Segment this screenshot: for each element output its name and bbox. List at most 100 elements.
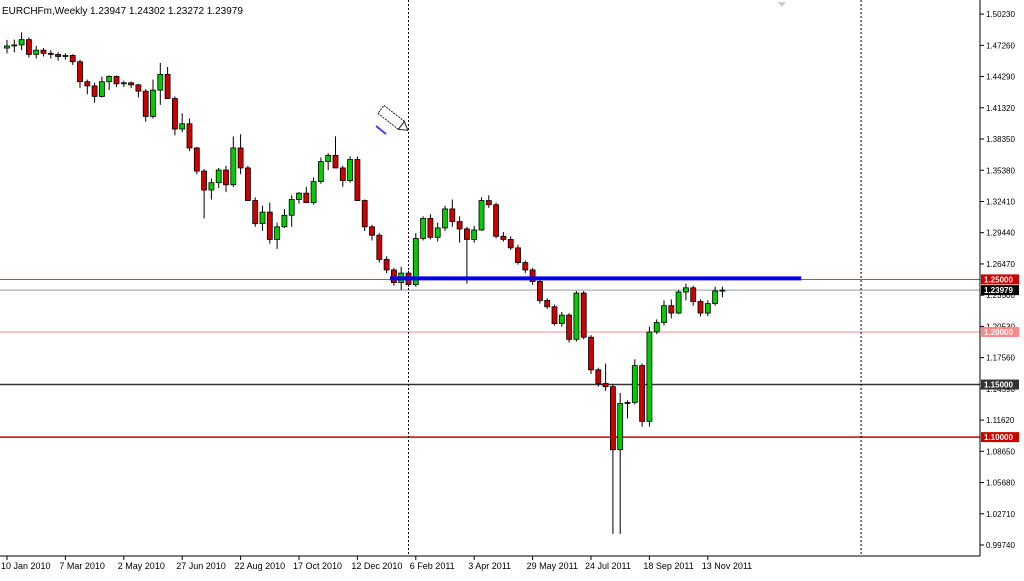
candle-body <box>661 305 667 323</box>
candle-body <box>478 200 485 231</box>
candle-body <box>135 84 142 92</box>
candle-body <box>383 259 390 271</box>
candle-body <box>463 228 470 240</box>
candle[interactable] <box>361 199 368 232</box>
y-tick-label: 1.41320 <box>986 104 1015 113</box>
candle[interactable] <box>675 289 682 315</box>
candle-body <box>266 211 273 240</box>
candle[interactable] <box>186 118 193 152</box>
candle[interactable] <box>573 290 580 342</box>
candle-body <box>485 200 492 206</box>
candle-body <box>142 90 149 117</box>
candle[interactable] <box>551 304 558 326</box>
candle-body <box>33 49 40 55</box>
candle-body <box>4 45 10 49</box>
candle-body <box>449 208 456 222</box>
x-tick-label: 13 Nov 2011 <box>702 561 752 571</box>
candle-body <box>500 235 507 240</box>
candle[interactable] <box>566 313 572 343</box>
candlestick-chart[interactable]: 1.50230 1.47260 1.44290 1.41320 1.38350 1.353… <box>0 0 1024 576</box>
candle-body <box>668 305 675 314</box>
candle[interactable] <box>347 156 354 183</box>
candle[interactable] <box>25 37 32 58</box>
candle-body <box>595 369 602 384</box>
candle-body <box>186 123 193 149</box>
candle-body <box>84 81 91 87</box>
candle-body <box>317 161 324 183</box>
bid-price-label: 1.23979 <box>984 286 1013 295</box>
candle-body <box>120 82 127 85</box>
candle-body <box>617 403 624 451</box>
candle-body <box>646 331 653 422</box>
candle-body <box>259 211 266 225</box>
candle-body <box>25 39 32 55</box>
candle-body <box>106 76 113 83</box>
candle[interactable] <box>252 197 259 227</box>
candle-body <box>515 247 521 263</box>
candle[interactable] <box>193 146 200 175</box>
candle[interactable] <box>420 216 427 241</box>
x-tick-label: 17 Oct 2010 <box>293 561 342 571</box>
candle-body <box>719 289 726 292</box>
candle-body <box>288 199 295 216</box>
candle[interactable] <box>646 326 653 427</box>
candle[interactable] <box>588 335 594 375</box>
candle[interactable] <box>244 165 251 201</box>
candle-body <box>164 73 171 99</box>
candle[interactable] <box>493 202 500 239</box>
candle-body <box>522 262 529 271</box>
y-tick-label: 0.99740 <box>986 541 1015 550</box>
x-tick-label: 6 Feb 2011 <box>410 561 455 571</box>
candle-body <box>281 214 288 228</box>
candle-body <box>507 239 514 249</box>
candle[interactable] <box>515 244 521 265</box>
candle-body <box>40 49 47 54</box>
candle[interactable] <box>442 205 448 232</box>
candle[interactable] <box>354 156 361 201</box>
candle-body <box>653 322 660 333</box>
candle-body <box>588 336 594 371</box>
candle[interactable] <box>631 359 638 405</box>
candle-body <box>690 287 697 302</box>
candle[interactable] <box>580 290 587 340</box>
candle-body <box>537 281 543 301</box>
candle[interactable] <box>639 363 645 427</box>
candle-body <box>244 167 251 201</box>
candle[interactable] <box>376 233 383 263</box>
y-tick-label: 1.35380 <box>986 166 1015 175</box>
candle[interactable] <box>317 157 324 184</box>
candle-body <box>230 147 237 186</box>
level-price-label: 1.10000 <box>984 433 1013 442</box>
candle-body <box>442 208 448 229</box>
candle-body <box>237 147 244 169</box>
candle-body <box>69 55 76 63</box>
candle-body <box>390 269 397 283</box>
candle-body <box>77 61 83 83</box>
x-tick-label: 3 Apr 2011 <box>468 561 511 571</box>
candle[interactable] <box>478 197 485 232</box>
y-tick-label: 1.26470 <box>986 260 1015 269</box>
candle-body <box>62 55 69 57</box>
candle-body <box>310 181 317 204</box>
candle-body <box>573 292 580 340</box>
candle[interactable] <box>142 89 149 122</box>
candle-body <box>471 229 478 240</box>
candle-body <box>347 159 354 181</box>
candle[interactable] <box>310 177 317 205</box>
candle-body <box>456 221 463 230</box>
chart-window[interactable]: 1.50230 1.47260 1.44290 1.41320 1.38350 1.353… <box>0 0 1024 576</box>
candle-body <box>434 227 441 238</box>
x-tick-label: 29 May 2011 <box>527 561 578 571</box>
candle-body <box>201 170 208 191</box>
x-tick-label: 12 Dec 2010 <box>351 561 402 571</box>
candle[interactable] <box>537 279 543 304</box>
candle-body <box>208 182 215 191</box>
candle-body <box>675 291 682 314</box>
candle[interactable] <box>595 367 602 387</box>
candle-body <box>697 301 704 314</box>
y-tick-label: 1.29440 <box>986 229 1015 238</box>
candle-body <box>339 167 346 181</box>
candle-body <box>303 192 310 204</box>
y-tick-label: 1.32410 <box>986 197 1015 206</box>
candle-body <box>55 53 61 57</box>
